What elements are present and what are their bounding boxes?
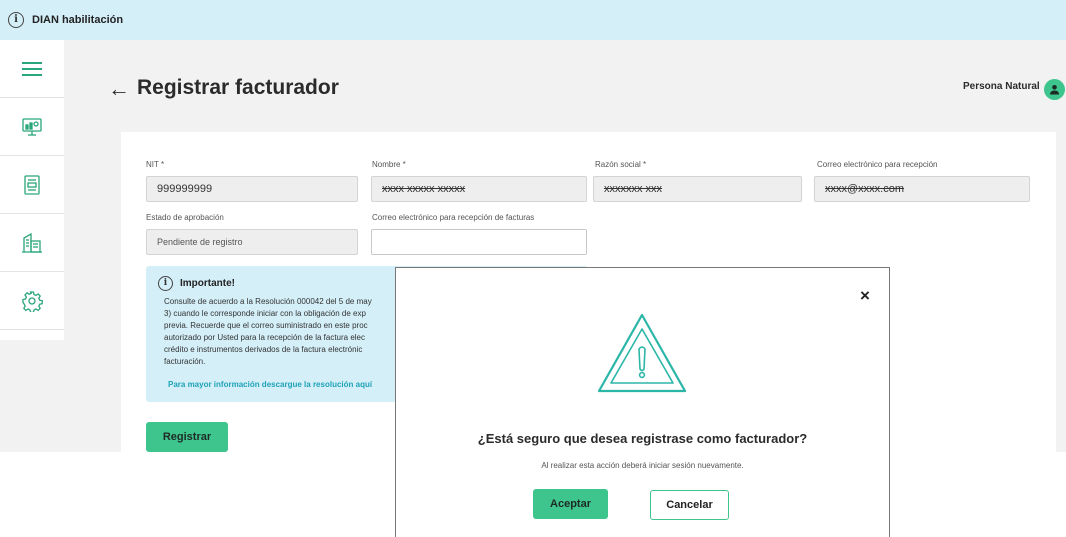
sidebar bbox=[0, 40, 64, 340]
computer-icon bbox=[22, 117, 42, 136]
avatar[interactable] bbox=[1044, 79, 1065, 100]
correo-recepcion-field[interactable]: xxxx@xxxx.com bbox=[814, 176, 1030, 202]
document-icon bbox=[24, 174, 40, 195]
gear-icon bbox=[22, 290, 43, 312]
user-type-label: Persona Natural bbox=[963, 81, 1040, 92]
razon-social-label: Razón social * bbox=[595, 160, 647, 169]
warning-icon bbox=[597, 313, 687, 393]
razon-social-field[interactable]: xxxxxxx xxx bbox=[593, 176, 802, 202]
modal-question: ¿Está seguro que desea registrase como f… bbox=[477, 431, 808, 446]
top-banner: i DIAN habilitación bbox=[0, 0, 1066, 40]
correo-facturas-label: Correo electrónico para recepción de fac… bbox=[372, 213, 535, 222]
close-icon[interactable]: × bbox=[860, 286, 870, 306]
page-title: Registrar facturador bbox=[137, 76, 339, 99]
info-icon: i bbox=[8, 12, 24, 28]
estado-field: Pendiente de registro bbox=[146, 229, 358, 255]
sidebar-item-building[interactable] bbox=[0, 214, 64, 272]
nombre-label: Nombre * bbox=[372, 160, 406, 169]
nit-label: NIT * bbox=[146, 160, 165, 169]
notice-header: i Importante! bbox=[158, 276, 235, 291]
notice-title: Importante! bbox=[180, 278, 235, 289]
nombre-field[interactable]: xxxx xxxxx xxxxx bbox=[371, 176, 587, 202]
modal-subtitle: Al realizar esta acción deberá iniciar s… bbox=[541, 461, 744, 470]
estado-label: Estado de aprobación bbox=[146, 213, 224, 222]
back-arrow-icon[interactable]: ← bbox=[108, 76, 130, 102]
sidebar-item-settings[interactable] bbox=[0, 272, 64, 330]
confirm-modal: × ¿Está seguro que desea registrase como… bbox=[395, 267, 890, 537]
user-icon bbox=[1050, 85, 1059, 95]
building-icon bbox=[22, 232, 42, 253]
register-button[interactable]: Registrar bbox=[146, 422, 228, 452]
accept-button[interactable]: Aceptar bbox=[533, 489, 608, 519]
nit-field[interactable]: 999999999 bbox=[146, 176, 358, 202]
correo-recepcion-label: Correo electrónico para recepción bbox=[817, 160, 938, 169]
app-title: DIAN habilitación bbox=[32, 14, 124, 26]
menu-icon bbox=[22, 58, 42, 80]
resolution-download-link[interactable]: Para mayor información descargue la reso… bbox=[168, 380, 372, 389]
info-icon: i bbox=[158, 276, 173, 291]
correo-facturas-input[interactable] bbox=[371, 229, 587, 255]
sidebar-item-document[interactable] bbox=[0, 156, 64, 214]
cancel-button[interactable]: Cancelar bbox=[650, 490, 729, 520]
menu-button[interactable] bbox=[0, 40, 64, 98]
sidebar-item-computer[interactable] bbox=[0, 98, 64, 156]
